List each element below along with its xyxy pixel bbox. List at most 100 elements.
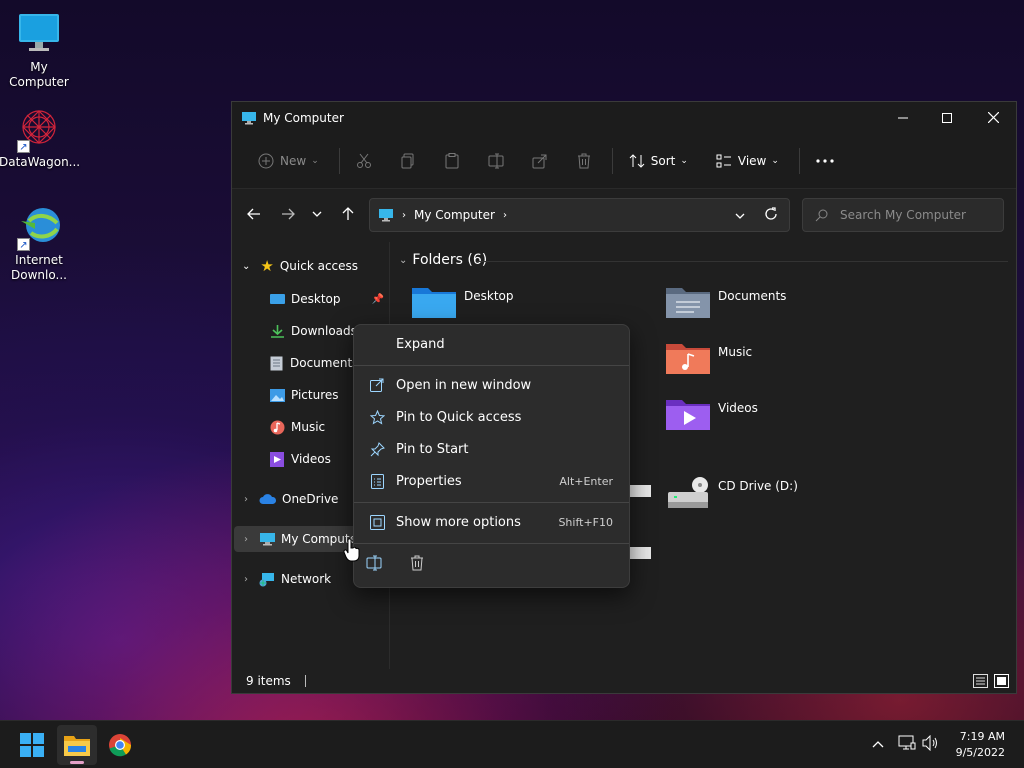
cd-drive-icon [668,477,708,508]
share-button[interactable] [524,145,556,177]
shortcut-arrow-icon: ↗ [17,140,30,153]
menu-item-pin-quick-access[interactable]: Pin to Quick access [358,402,625,432]
menu-item-properties[interactable]: Properties Alt+Enter [358,466,625,496]
desktop-icon-datawagon[interactable]: ↗ DataWagon... [0,105,81,170]
desktop-icon-my-computer[interactable]: My Computer [0,10,79,90]
chevron-down-icon: ⌄ [771,155,779,166]
sidebar-item-quick-access[interactable]: ⌄ ★ Quick access [232,253,390,279]
menu-delete-button[interactable] [409,555,429,575]
cut-button[interactable] [348,145,380,177]
menu-item-shortcut: Shift+F10 [558,515,613,529]
clock-time: 7:19 AM [959,730,1005,743]
menu-item-pin-start[interactable]: Pin to Start [358,434,625,464]
folder-desktop[interactable]: Desktop [412,284,514,318]
back-button[interactable] [239,199,269,229]
sort-button[interactable]: Sort ⌄ [621,145,696,177]
more-options-button[interactable] [808,145,842,177]
chevron-right-icon: › [244,533,248,545]
picture-icon [270,388,285,402]
address-bar[interactable]: › My Computer › [369,198,790,232]
monitor-icon [379,209,393,222]
desktop-folder-icon [270,294,285,304]
network-status-button[interactable] [898,735,916,754]
menu-divider [354,365,629,366]
paste-button[interactable] [436,145,468,177]
view-list-icon [716,154,731,167]
monitor-icon [242,111,256,124]
tiles-view-icon [994,674,1009,688]
details-view-button[interactable] [973,674,988,691]
address-history-button[interactable] [735,208,745,222]
file-explorer-icon [64,736,90,756]
search-box[interactable]: Search My Computer [802,198,1004,232]
menu-item-label: Properties [396,473,462,489]
folder-music[interactable]: Music [666,340,752,374]
menu-item-label: Show more options [396,514,521,530]
up-button[interactable] [333,199,363,229]
scissors-icon [356,153,371,168]
sidebar-item-label: Desktop [291,292,341,306]
taskbar-chrome[interactable] [100,725,140,765]
arrow-right-icon [282,208,295,220]
tiles-view-button[interactable] [994,674,1009,691]
open-external-icon [370,378,384,392]
music-icon [270,420,285,434]
menu-item-expand[interactable]: Expand [358,329,625,359]
command-bar: New ⌄ Sort ⌄ View ⌄ [232,133,1016,189]
delete-button[interactable] [568,145,600,177]
chevron-right-icon: › [244,493,248,505]
folder-label: Music [718,345,753,359]
volume-button[interactable] [922,734,940,754]
star-icon: ★ [260,257,274,275]
minimize-icon [898,117,908,118]
toolbar-divider [798,147,800,174]
windows-logo-icon [20,733,44,757]
desktop-icon-internet-download[interactable]: ↗ Internet Downlo... [0,203,79,283]
monitor-icon [260,533,275,546]
desktop-icon-label: Downlo... [11,268,67,282]
folders-group-header[interactable]: ⌄ Folders (6) [399,252,487,268]
sidebar-item-label: Downloads [291,324,357,338]
group-divider [477,261,1008,262]
menu-item-shortcut: Alt+Enter [559,474,613,488]
search-placeholder: Search My Computer [840,208,966,222]
sidebar-item-label: Pictures [291,388,339,402]
breadcrumb-separator-icon: › [402,209,406,221]
clock[interactable]: 7:19 AM 9/5/2022 [956,729,1005,761]
taskbar: 7:19 AM 9/5/2022 [0,720,1024,768]
menu-item-show-more-options[interactable]: Show more options Shift+F10 [358,507,625,537]
sidebar-item-label: Network [281,572,332,586]
sidebar-item-label: Music [291,420,326,434]
folder-documents[interactable]: Documents [666,284,786,318]
menu-rename-button[interactable] [366,555,386,575]
sort-label: Sort [650,153,676,168]
active-app-indicator [70,761,84,764]
drive-cd-d[interactable]: CD Drive (D:) [666,474,798,510]
close-button[interactable] [970,102,1016,133]
view-button[interactable]: View ⌄ [708,145,787,177]
desktop-icon-label: Internet [15,253,63,267]
chevron-down-icon: ⌄ [311,155,319,166]
rename-button[interactable] [480,145,512,177]
taskbar-file-explorer[interactable] [57,725,97,765]
forward-button[interactable] [273,199,303,229]
sidebar-item-desktop[interactable]: Desktop 📌 [232,286,390,312]
folder-videos[interactable]: Videos [666,396,758,430]
details-view-icon [973,674,988,688]
sidebar-item-label: Videos [291,452,331,466]
breadcrumb-my-computer[interactable]: My Computer [414,208,495,222]
minimize-button[interactable] [880,102,926,133]
recent-locations-button[interactable] [304,199,330,229]
maximize-button[interactable] [924,102,970,133]
rename-icon [488,153,504,168]
more-options-icon [369,514,385,530]
menu-item-open-new-window[interactable]: Open in new window [358,370,625,400]
start-button[interactable] [12,725,52,765]
show-hidden-icons-button[interactable] [872,737,884,751]
copy-button[interactable] [392,145,424,177]
status-divider [304,675,306,687]
new-button[interactable]: New ⌄ [250,145,327,177]
refresh-button[interactable] [764,207,778,224]
hand-cursor-icon [343,538,360,562]
desktop-icon-label: DataWagon... [0,155,81,169]
